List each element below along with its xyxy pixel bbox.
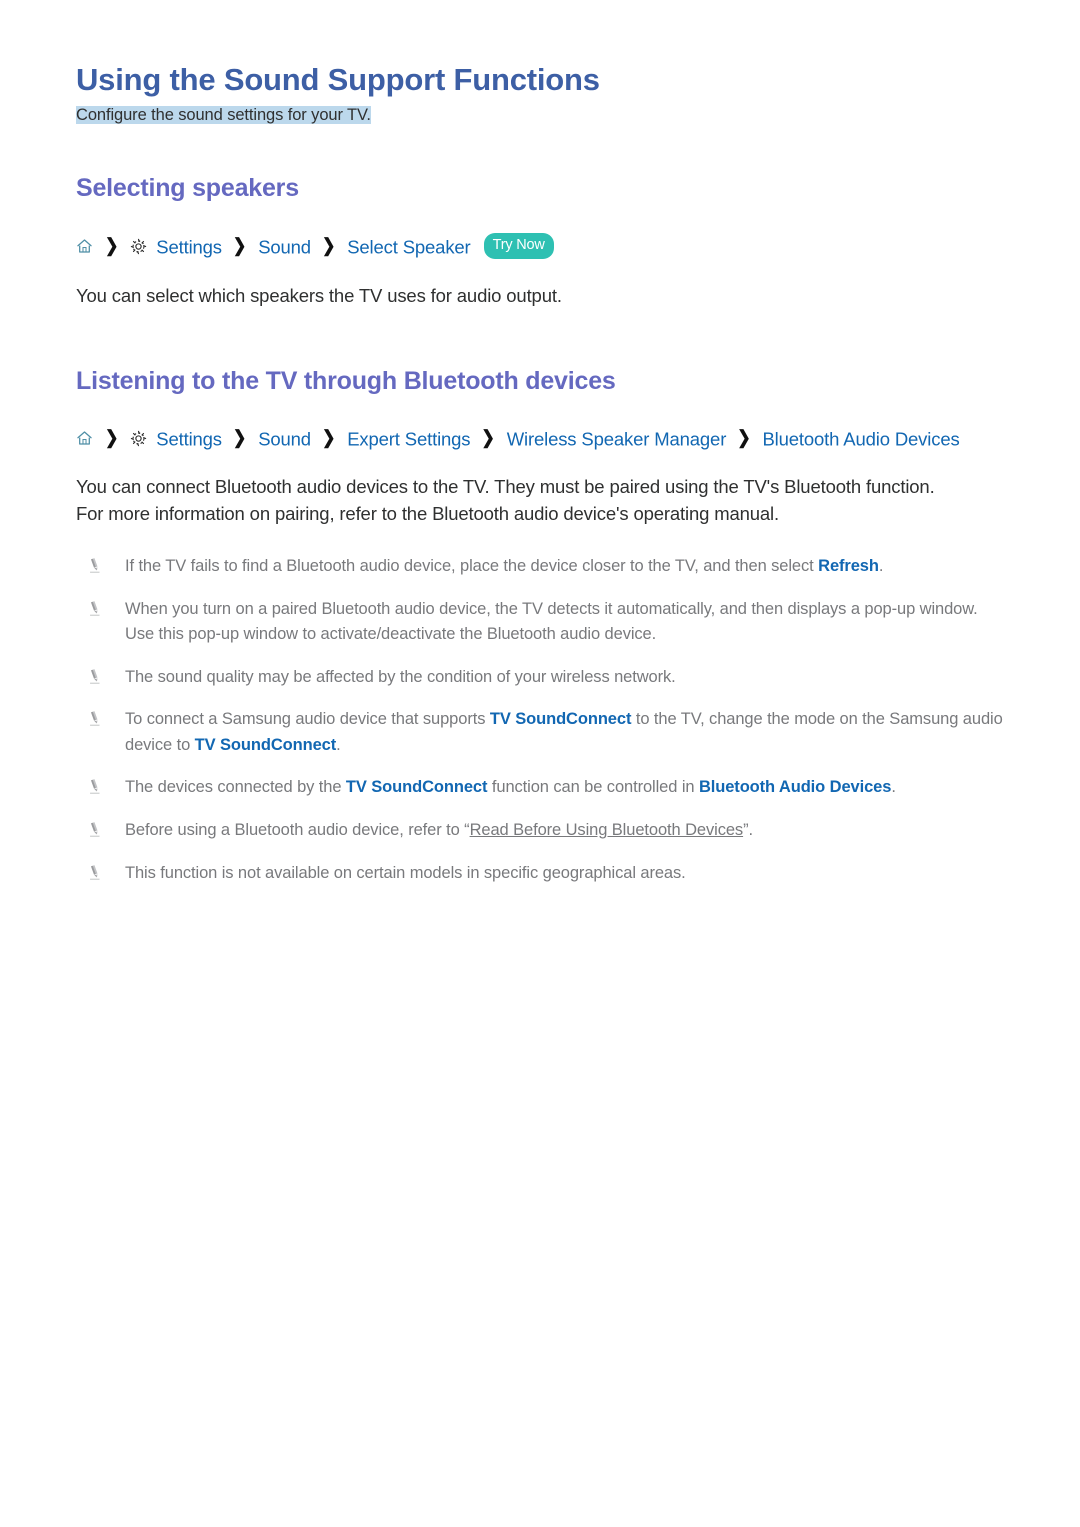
inline-link[interactable]: Bluetooth Audio Devices <box>699 778 891 796</box>
breadcrumb-item-settings[interactable]: Settings <box>156 237 222 258</box>
body-line-1: You can connect Bluetooth audio devices … <box>76 476 935 498</box>
section-heading-selecting-speakers: Selecting speakers <box>76 174 299 203</box>
note-list: If the TV fails to find a Bluetooth audi… <box>76 554 1010 886</box>
pencil-icon <box>86 820 104 838</box>
breadcrumb-separator: ❯ <box>481 428 495 449</box>
pencil-icon <box>86 863 104 881</box>
note-text: Before using a Bluetooth audio device, r… <box>125 821 470 840</box>
note-text: If the TV fails to find a Bluetooth audi… <box>125 557 819 576</box>
note-item: To connect a Samsung audio device that s… <box>76 707 1010 758</box>
document-page: Using the Sound Support Functions Config… <box>0 0 1080 1527</box>
note-text: To connect a Samsung audio device that s… <box>125 710 490 729</box>
inline-link[interactable]: TV SoundConnect <box>346 778 488 796</box>
note-item: If the TV fails to find a Bluetooth audi… <box>76 554 1010 580</box>
breadcrumb-separator: ❯ <box>105 428 119 449</box>
note-text: . <box>336 735 341 754</box>
section-body-listening-bluetooth: You can connect Bluetooth audio devices … <box>76 474 1010 528</box>
note-text: The devices connected by the <box>125 778 346 797</box>
page-subtitle: Configure the sound settings for your TV… <box>76 105 371 124</box>
note-text: This function is not available on certai… <box>125 863 686 882</box>
note-item: This function is not available on certai… <box>76 861 1010 887</box>
breadcrumb-separator: ❯ <box>321 237 336 257</box>
inline-link[interactable]: TV SoundConnect <box>195 736 337 754</box>
inline-link[interactable]: TV SoundConnect <box>490 710 632 728</box>
pencil-icon <box>86 709 104 727</box>
breadcrumb-item-select-speaker[interactable]: Select Speaker <box>347 237 471 258</box>
pencil-icon <box>86 599 104 617</box>
note-item: The devices connected by the TV SoundCon… <box>76 775 1010 801</box>
pencil-icon <box>86 667 104 685</box>
note-item: When you turn on a paired Bluetooth audi… <box>76 597 1010 648</box>
breadcrumb-item-settings[interactable]: Settings <box>156 428 222 449</box>
breadcrumb-item-sound[interactable]: Sound <box>258 237 311 258</box>
note-text: ”. <box>743 821 753 840</box>
note-item: Before using a Bluetooth audio device, r… <box>76 818 1010 844</box>
note-text: When you turn on a paired Bluetooth audi… <box>125 599 978 644</box>
gear-icon[interactable] <box>130 429 147 447</box>
breadcrumb-item-wireless-speaker-manager[interactable]: Wireless Speaker Manager <box>507 428 727 449</box>
body-line-2: For more information on pairing, refer t… <box>76 503 779 525</box>
breadcrumb-separator: ❯ <box>105 237 119 257</box>
section-body-selecting-speakers: You can select which speakers the TV use… <box>76 285 562 306</box>
note-text: . <box>878 557 884 576</box>
page-subtitle-row: Configure the sound settings for your TV… <box>76 103 1010 128</box>
note-text: function can be controlled in <box>487 778 699 797</box>
breadcrumb-separator: ❯ <box>321 428 336 449</box>
note-text: . <box>891 778 896 797</box>
try-now-badge[interactable]: Try Now <box>483 233 554 259</box>
gear-icon[interactable] <box>130 237 147 255</box>
inline-reference-link[interactable]: Read Before Using Bluetooth Devices <box>470 821 744 839</box>
breadcrumb-item-sound[interactable]: Sound <box>258 428 311 449</box>
breadcrumb-separator: ❯ <box>232 428 247 449</box>
breadcrumb-item-expert-settings[interactable]: Expert Settings <box>347 428 470 449</box>
breadcrumb-separator: ❯ <box>737 428 751 449</box>
section-heading-listening-bluetooth: Listening to the TV through Bluetooth de… <box>76 366 616 395</box>
breadcrumb-item-bluetooth-audio-devices[interactable]: Bluetooth Audio Devices <box>762 428 959 449</box>
note-text: The sound quality may be affected by the… <box>125 667 676 686</box>
pencil-icon <box>86 777 104 795</box>
note-item: The sound quality may be affected by the… <box>76 665 1010 691</box>
breadcrumb-bluetooth-audio-devices: ❯ Settings ❯ Sound ❯ Expert Settings ❯ W… <box>76 426 1010 451</box>
inline-link[interactable]: Refresh <box>818 557 879 575</box>
breadcrumb-select-speaker: ❯ Settings ❯ Sound ❯ Select Speaker Try … <box>76 233 1010 259</box>
home-icon[interactable] <box>76 428 93 445</box>
pencil-icon <box>86 556 104 574</box>
home-icon[interactable] <box>76 236 93 253</box>
breadcrumb-separator: ❯ <box>232 237 247 257</box>
page-title: Using the Sound Support Functions <box>76 62 600 97</box>
